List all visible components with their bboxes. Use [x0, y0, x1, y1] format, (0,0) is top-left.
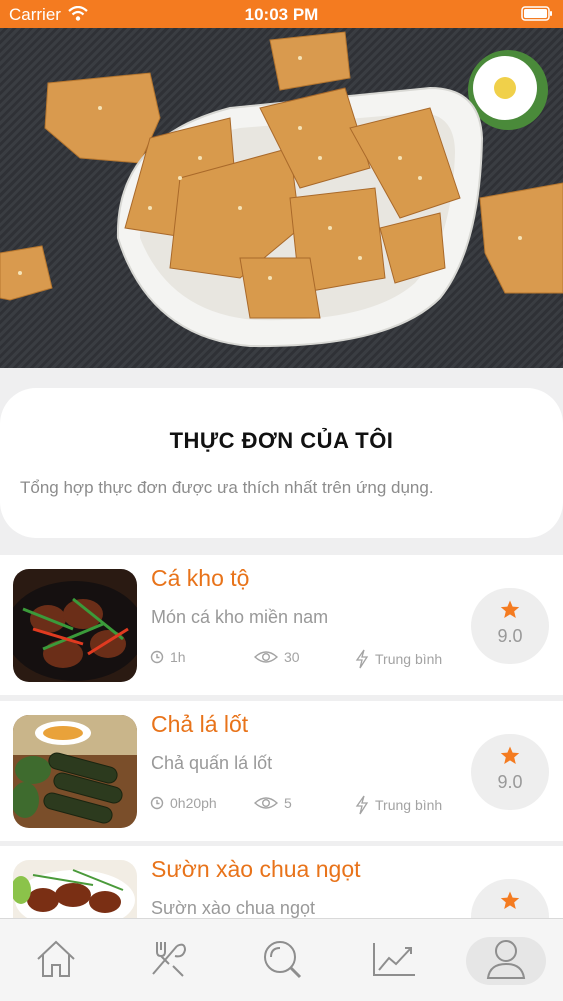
recipe-card[interactable]: Chả lá lốt Chả quấn lá lốt 0h20ph 5 Trun…	[0, 701, 563, 841]
recipe-description: Món cá kho miền nam	[151, 607, 329, 627]
eye-icon	[254, 650, 278, 664]
recipe-views-value: 30	[284, 649, 300, 665]
recipe-time-value: 1h	[170, 649, 186, 665]
recipe-views: 5	[254, 795, 292, 811]
tab-recipes[interactable]	[128, 937, 208, 985]
flower-garnish	[468, 50, 548, 130]
tab-home[interactable]	[16, 937, 96, 985]
status-bar: Carrier 10:03 PM	[0, 0, 563, 28]
star-icon	[471, 891, 549, 915]
lightning-icon	[355, 649, 369, 669]
utensils-icon	[147, 938, 189, 985]
home-icon	[35, 939, 77, 984]
clock-icon	[150, 796, 164, 810]
recipe-description: Chả quấn lá lốt	[151, 753, 273, 773]
recipe-name: Sườn xào chua ngọt	[151, 856, 361, 882]
status-time: 10:03 PM	[244, 5, 319, 24]
recipe-thumbnail	[13, 715, 137, 828]
chart-icon	[371, 940, 417, 983]
eye-icon	[254, 796, 278, 810]
tab-search[interactable]	[242, 937, 322, 985]
recipe-name: Chả lá lốt	[151, 711, 249, 737]
recipe-time-value: 0h20ph	[170, 795, 217, 811]
tab-profile[interactable]	[466, 937, 546, 985]
rating-score: 9.0	[497, 772, 523, 792]
profile-icon	[486, 938, 526, 985]
recipe-difficulty: Trung bình	[355, 649, 442, 669]
recipe-difficulty-value: Trung bình	[375, 797, 443, 813]
tab-bar	[0, 918, 563, 1001]
star-icon	[471, 600, 549, 624]
clock-icon	[150, 650, 164, 664]
recipe-time: 0h20ph	[150, 795, 217, 811]
search-icon	[261, 938, 303, 985]
recipe-views-value: 5	[284, 795, 292, 811]
recipe-difficulty-value: Trung bình	[375, 651, 443, 667]
menu-header-card: THỰC ĐƠN CỦA TÔI Tổng hợp thực đơn được …	[0, 388, 563, 538]
lightning-icon	[355, 795, 369, 815]
page-subtitle: Tổng hợp thực đơn được ưa thích nhất trê…	[20, 478, 434, 497]
page-title: THỰC ĐƠN CỦA TÔI	[169, 428, 394, 453]
recipe-description: Sườn xào chua ngọt	[151, 898, 315, 918]
star-icon	[471, 746, 549, 770]
recipe-difficulty: Trung bình	[355, 795, 442, 815]
recipe-time: 1h	[150, 649, 186, 665]
rating-badge: 9.0	[471, 734, 549, 810]
recipe-thumbnail	[13, 569, 137, 682]
rating-badge: 9.0	[471, 588, 549, 664]
battery-icon	[521, 6, 553, 26]
recipe-views: 30	[254, 649, 300, 665]
recipe-name: Cá kho tộ	[151, 565, 250, 591]
tab-trending[interactable]	[354, 937, 434, 985]
hero-image	[0, 28, 563, 368]
recipe-card[interactable]: Cá kho tộ Món cá kho miền nam 1h 30 Trun…	[0, 555, 563, 695]
rating-score: 9.0	[497, 626, 523, 646]
